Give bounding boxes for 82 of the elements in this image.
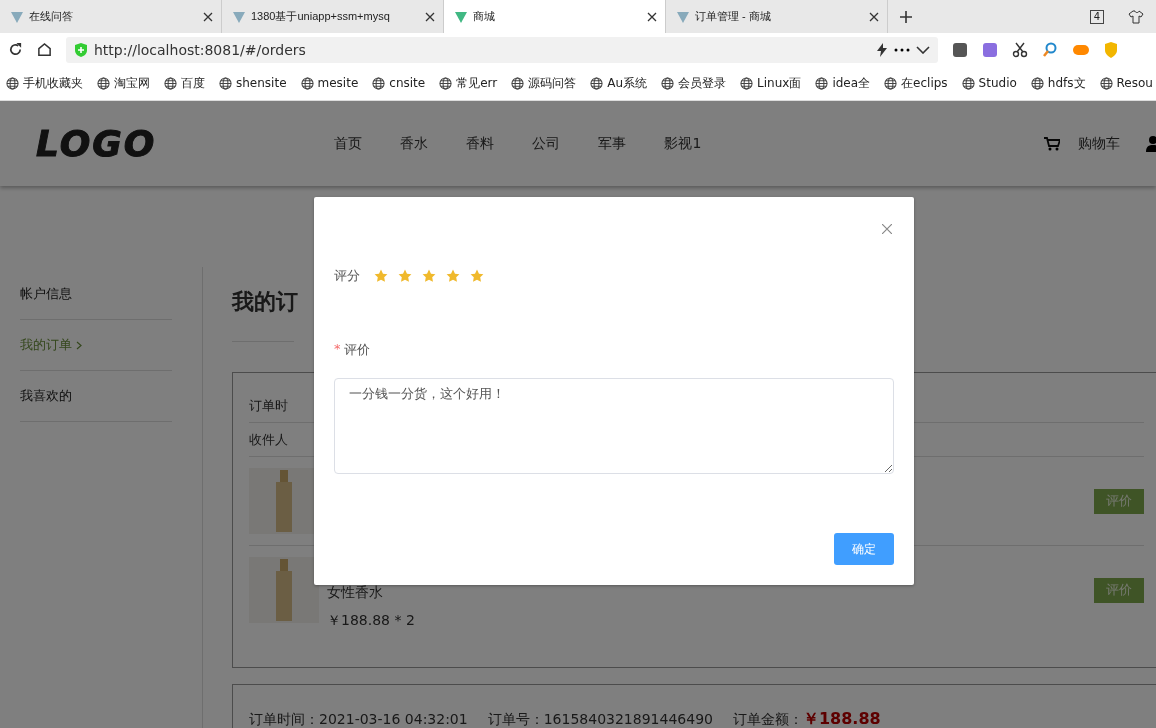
product-price: ￥188.88 * 2 [327, 612, 416, 630]
bookmark[interactable]: 在eclips [884, 74, 948, 92]
bookmark[interactable]: Linux面 [740, 74, 802, 92]
chevron-right-icon [76, 340, 82, 350]
product-name: 女性香水 [327, 584, 384, 602]
sidebar-item[interactable]: 帐户信息 [20, 269, 172, 320]
more-icon[interactable] [894, 47, 910, 52]
logo[interactable]: LOGO [36, 123, 157, 164]
bookmark[interactable]: hdfs文 [1030, 74, 1086, 92]
nav-link[interactable]: 香水 [400, 134, 429, 153]
bookmark[interactable]: 常见err [439, 74, 498, 92]
globe-icon [1099, 76, 1113, 90]
order-time: 订单时间：2021-03-16 04:32:01 [249, 711, 468, 728]
bookmark[interactable]: mesite [300, 76, 359, 90]
close-icon[interactable] [869, 11, 879, 22]
globe-icon [511, 76, 525, 90]
user-icon[interactable] [1146, 135, 1156, 152]
star-icon[interactable] [470, 269, 484, 283]
bookmark[interactable]: 源码问答 [511, 74, 577, 92]
globe-icon [300, 76, 314, 90]
scissors-icon[interactable] [1012, 41, 1028, 58]
favicon-icon [232, 9, 246, 24]
cart-icon[interactable] [1044, 136, 1060, 151]
browser-tab[interactable]: 商城 [444, 0, 666, 33]
globe-icon [815, 76, 829, 90]
bookmark[interactable]: 淘宝网 [97, 74, 150, 92]
star-icon[interactable] [446, 269, 460, 283]
bookmark[interactable]: shensite [219, 76, 287, 90]
star-icon[interactable] [374, 269, 388, 283]
globe-icon [1030, 76, 1044, 90]
nav-link[interactable]: 公司 [532, 134, 561, 153]
new-tab-icon[interactable] [899, 9, 913, 24]
cart-link[interactable]: 购物车 [1078, 134, 1120, 153]
sidebar-item[interactable]: 我喜欢的 [20, 371, 172, 422]
comment-field[interactable]: 一分钱一分货，这个好用！ [334, 378, 894, 474]
globe-icon [884, 76, 898, 90]
bookmark[interactable]: cnsite [372, 76, 426, 90]
close-icon[interactable] [647, 11, 657, 22]
favicon-icon [10, 9, 24, 24]
shield-icon [74, 42, 88, 57]
close-icon[interactable] [425, 11, 435, 22]
comment-label: 评价 [343, 341, 370, 359]
globe-icon [740, 76, 754, 90]
nav-link[interactable]: 香料 [466, 134, 495, 153]
globe-icon [97, 76, 110, 90]
bookmark[interactable]: Resou [1099, 76, 1153, 90]
globe-icon [590, 76, 604, 90]
reload-icon[interactable] [8, 42, 23, 57]
globe-icon [661, 76, 675, 90]
amount-label: 订单金额： [732, 711, 803, 727]
star-icon[interactable] [422, 269, 436, 283]
search-icon[interactable] [1042, 41, 1058, 58]
globe-icon [219, 76, 232, 90]
globe-icon [961, 76, 975, 90]
bookmark[interactable]: 百度 [164, 74, 205, 92]
favicon-icon [454, 9, 468, 24]
tab-count[interactable]: 4 [1089, 9, 1104, 24]
required-mark: * [334, 341, 341, 358]
shirt-icon[interactable] [1128, 9, 1144, 24]
home-icon[interactable] [37, 42, 52, 57]
favicon-icon [676, 9, 690, 24]
address-field[interactable]: http://localhost:8081/#/orders [66, 36, 938, 63]
order-amount: ￥188.88 [802, 709, 881, 728]
nav-link[interactable]: 影视1 [664, 134, 702, 153]
bookmark[interactable]: Au系统 [590, 74, 648, 92]
lightning-icon[interactable] [876, 42, 888, 57]
bookmark[interactable]: 会员登录 [661, 74, 727, 92]
nav-link[interactable]: 首页 [334, 134, 363, 153]
globe-icon [6, 76, 19, 90]
close-icon[interactable] [203, 11, 213, 22]
rating-label: 评分 [334, 267, 360, 285]
bookmark[interactable]: 手机收藏夹 [6, 74, 83, 92]
nav-link[interactable]: 军事 [598, 134, 627, 153]
globe-icon [164, 76, 177, 90]
globe-icon [439, 76, 453, 90]
order-number: 订单号：1615840321891446490 [487, 711, 713, 728]
bookmark[interactable]: Studio [961, 76, 1017, 90]
bookmark[interactable]: idea全 [815, 74, 871, 92]
star-icon[interactable] [398, 269, 412, 283]
globe-icon [372, 76, 386, 90]
chevron-down-icon[interactable] [916, 45, 930, 54]
product-photo [249, 557, 319, 623]
